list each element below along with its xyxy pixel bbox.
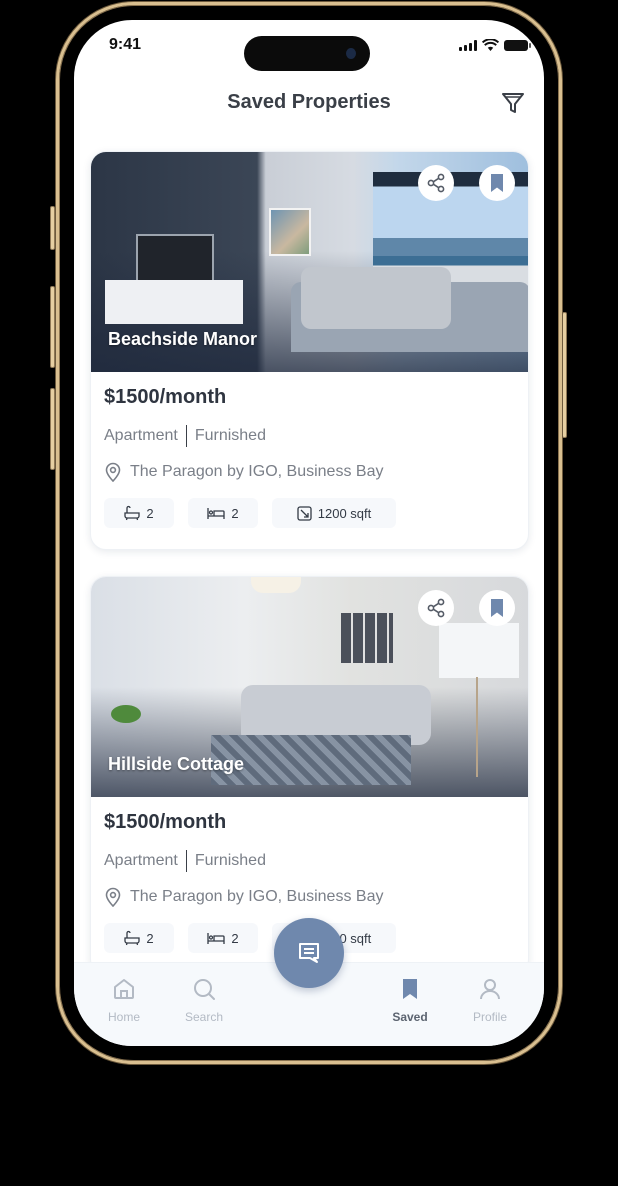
- divider: [185, 850, 187, 872]
- bathtub-icon: [124, 930, 141, 946]
- bathtub-icon: [124, 505, 141, 521]
- property-card[interactable]: Hillside Cottage $1500/month Apartment F…: [90, 576, 529, 975]
- property-name: Hillside Cottage: [108, 754, 245, 774]
- tv: [136, 234, 214, 282]
- action-button: [50, 206, 55, 250]
- share-icon: [427, 598, 445, 618]
- beds-chip: 2: [188, 498, 258, 528]
- property-type: Apartment: [104, 427, 178, 444]
- battery-icon: [504, 39, 531, 51]
- baths-count: 2: [146, 505, 154, 521]
- property-features: 2 2 1200 sqft: [104, 498, 515, 528]
- property-meta: Apartment Furnished: [104, 425, 515, 447]
- share-button[interactable]: [418, 165, 454, 201]
- area-icon: [297, 505, 312, 521]
- property-card[interactable]: Beachside Manor $1500/month Apartment Fu…: [90, 151, 529, 550]
- property-furnishing: Furnished: [194, 852, 266, 869]
- chat-icon: [299, 943, 319, 963]
- location-text: The Paragon by IGO, Business Bay: [130, 888, 384, 905]
- nav-saved[interactable]: Saved: [380, 977, 440, 1024]
- beds-chip: 2: [188, 923, 258, 953]
- baths-chip: 2: [104, 498, 174, 528]
- painting: [269, 208, 311, 256]
- beds-count: 2: [231, 930, 239, 946]
- nav-label: Home: [107, 1010, 140, 1024]
- beds-count: 2: [231, 505, 239, 521]
- nav-profile[interactable]: Profile: [460, 977, 520, 1024]
- status-bar: 9:41: [74, 20, 544, 72]
- bookmark-icon: [403, 979, 417, 999]
- home-icon: [114, 979, 134, 999]
- nav-search[interactable]: Search: [174, 977, 234, 1024]
- page-title: Saved Properties: [227, 91, 391, 113]
- property-location: The Paragon by IGO, Business Bay: [104, 462, 515, 482]
- chandelier: [251, 577, 301, 593]
- property-type: Apartment: [104, 852, 178, 869]
- nav-home[interactable]: Home: [94, 977, 154, 1024]
- nav-label: Saved: [392, 1010, 428, 1024]
- location-text: The Paragon by IGO, Business Bay: [130, 463, 384, 480]
- dynamic-island: [244, 36, 370, 71]
- bookmark-icon: [491, 174, 503, 192]
- baths-count: 2: [146, 930, 154, 946]
- area-chip: 1200 sqft: [272, 498, 396, 528]
- nav-label: Profile: [472, 1010, 507, 1024]
- header: Saved Properties: [74, 86, 544, 120]
- filter-icon: [502, 93, 524, 113]
- property-price: $1500/month: [104, 386, 227, 408]
- baths-chip: 2: [104, 923, 174, 953]
- plant: [111, 705, 141, 723]
- phone-screen: 9:41 Saved Properties Beachside Manor $1…: [74, 20, 544, 1046]
- tv-cabinet: [105, 280, 243, 324]
- share-icon: [427, 173, 445, 193]
- location-pin-icon: [105, 887, 121, 907]
- status-time: 9:41: [109, 36, 142, 53]
- camera-icon: [346, 48, 356, 59]
- signal-icon: [459, 39, 477, 51]
- bed-icon: [207, 933, 226, 944]
- lamp-stand: [476, 677, 478, 777]
- property-furnishing: Furnished: [194, 427, 266, 444]
- profile-icon: [480, 979, 500, 1000]
- cushions: [301, 267, 451, 329]
- chat-button[interactable]: [274, 918, 344, 988]
- volume-down-button: [50, 388, 55, 470]
- divider: [185, 425, 187, 447]
- filter-button[interactable]: [500, 90, 526, 116]
- wall-art: [341, 613, 393, 663]
- bed-icon: [207, 508, 226, 519]
- volume-up-button: [50, 286, 55, 368]
- bookmark-icon: [491, 599, 503, 617]
- property-image: Hillside Cottage: [91, 577, 528, 797]
- property-price: $1500/month: [104, 811, 227, 833]
- bookmark-button[interactable]: [479, 590, 515, 626]
- area-value: 1200 sqft: [317, 505, 372, 521]
- location-pin-icon: [105, 462, 121, 482]
- property-name: Beachside Manor: [108, 329, 258, 349]
- status-icons: [459, 39, 531, 51]
- card-body: $1500/month Apartment Furnished The Para…: [91, 372, 528, 528]
- floor-lamp: [439, 623, 519, 678]
- property-image: Beachside Manor: [91, 152, 528, 372]
- search-icon: [194, 979, 215, 1000]
- bookmark-button[interactable]: [479, 165, 515, 201]
- power-button: [562, 312, 567, 438]
- property-list: Beachside Manor $1500/month Apartment Fu…: [90, 151, 529, 1001]
- wifi-icon: [482, 39, 499, 51]
- property-location: The Paragon by IGO, Business Bay: [104, 887, 515, 907]
- property-meta: Apartment Furnished: [104, 850, 515, 872]
- nav-label: Search: [184, 1010, 224, 1024]
- share-button[interactable]: [418, 590, 454, 626]
